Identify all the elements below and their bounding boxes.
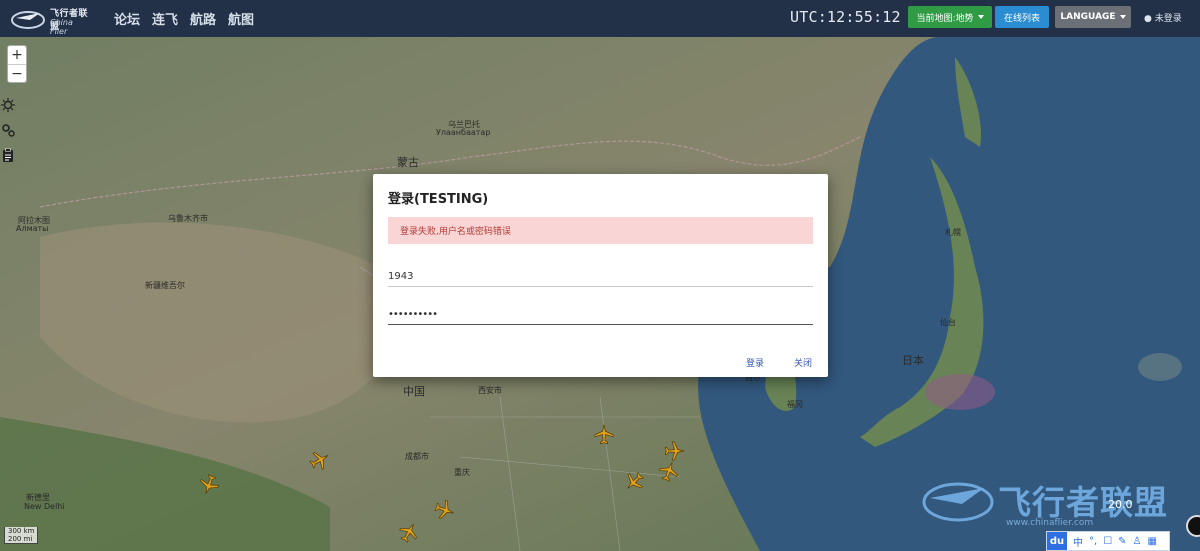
ime-pen-icon[interactable]: ✎ <box>1118 536 1126 547</box>
user-status[interactable]: ● 未登录 <box>1144 11 1182 24</box>
map-label-sendai: 仙台 <box>940 318 956 327</box>
utc-clock: UTC:12:55:12 Z <box>790 8 920 26</box>
online-list-label: 在线列表 <box>1003 13 1040 24</box>
map-label-almaty-cyr: Алматы <box>16 224 49 233</box>
settings-gear-icon[interactable] <box>0 122 16 138</box>
map-label-xinjiang: 新疆维吾尔 <box>145 281 185 290</box>
ime-logo-icon[interactable]: du <box>1047 532 1067 550</box>
caret-down-icon <box>977 15 984 19</box>
nav-connect[interactable]: 连飞 <box>152 9 178 28</box>
username-field[interactable] <box>388 267 813 287</box>
aircraft-icon[interactable] <box>664 440 686 462</box>
language-dropdown[interactable]: LANGUAGE <box>1055 6 1131 28</box>
ime-screen-icon[interactable]: ☐ <box>1103 536 1112 547</box>
aircraft-icon[interactable] <box>309 449 331 471</box>
aircraft-icon[interactable] <box>398 521 420 543</box>
nav-routes[interactable]: 航路 <box>190 9 216 28</box>
map-type-dropdown[interactable]: 当前地图:地势 <box>908 6 992 28</box>
ime-user-icon[interactable]: ♙ <box>1133 536 1142 547</box>
map-label-chongqing: 重庆 <box>454 468 470 477</box>
scale-mi: 200 mi <box>8 535 33 543</box>
map-label-new-delhi-en: New Delhi <box>24 502 65 511</box>
password-field[interactable] <box>388 305 813 325</box>
online-list-button[interactable]: 在线列表 <box>995 6 1049 28</box>
sun-icon[interactable] <box>0 97 16 113</box>
logo-ring-icon <box>11 11 45 29</box>
map-label-fukuoka: 福冈 <box>787 400 803 409</box>
login-button[interactable]: 登录 <box>746 356 764 369</box>
user-icon: ● <box>1144 14 1152 24</box>
map-type-label: 当前地图:地势 <box>916 13 974 24</box>
zoom-in-button[interactable]: + <box>8 46 26 64</box>
caret-down-icon <box>1119 15 1126 19</box>
map-label-urumqi: 乌鲁木齐市 <box>168 214 208 223</box>
logo-en-text: China Flier <box>50 18 73 36</box>
login-modal: 登录(TESTING) 登录失败,用户名或密码错误 登录 关闭 <box>373 174 828 377</box>
map-label-chengdu: 成都市 <box>405 452 429 461</box>
nav-forum[interactable]: 论坛 <box>114 9 140 28</box>
modal-title: 登录(TESTING) <box>388 192 489 207</box>
map-scale: 300 km 200 mi <box>4 527 39 544</box>
map-label-china: 中国 <box>403 385 425 398</box>
watermark-url: www.chinaflier.com <box>1006 518 1094 528</box>
language-label: LANGUAGE <box>1060 12 1116 22</box>
watermark-logo-icon <box>922 482 994 522</box>
aircraft-icon[interactable] <box>198 474 220 496</box>
login-error-alert: 登录失败,用户名或密码错误 <box>388 217 813 244</box>
watermark: 飞行者联盟 www.chinaflier.com <box>918 470 1188 530</box>
aircraft-icon[interactable] <box>623 471 645 493</box>
scale-km: 300 km <box>8 527 35 535</box>
ime-toolbar: du 中 °, ☐ ✎ ♙ ▦ <box>1046 531 1170 551</box>
zoom-out-button[interactable]: − <box>8 64 26 82</box>
side-number: 20.0 <box>1108 498 1133 511</box>
map-label-sapporo: 札幌 <box>945 228 961 237</box>
aircraft-icon[interactable] <box>593 423 615 445</box>
map-label-japan: 日本 <box>902 354 924 367</box>
aircraft-icon[interactable] <box>658 460 680 482</box>
china-flier-logo[interactable]: 飞行者联盟 China Flier <box>10 4 92 36</box>
watermark-text: 飞行者联盟 <box>998 483 1168 522</box>
close-button[interactable]: 关闭 <box>794 356 812 369</box>
nav-charts[interactable]: 航图 <box>228 9 254 28</box>
user-status-label: 未登录 <box>1154 14 1182 24</box>
clipboard-icon[interactable] <box>0 147 16 163</box>
ime-punctuation-icon[interactable]: °, <box>1089 536 1097 547</box>
top-bar: 飞行者联盟 China Flier 论坛 连飞 航路 航图 UTC:12:55:… <box>0 0 1200 37</box>
map-label-xian: 西安市 <box>478 386 502 395</box>
ime-grid-icon[interactable]: ▦ <box>1148 536 1157 547</box>
map-label-mongolia: 蒙古 <box>397 156 419 169</box>
aircraft-icon[interactable] <box>434 499 456 521</box>
main-nav: 论坛 连飞 航路 航图 <box>114 9 254 28</box>
zoom-control: + − <box>7 45 27 83</box>
ime-chinese-toggle[interactable]: 中 <box>1073 534 1083 549</box>
map-label-ulaanbaatar-cyr: Улаанбаатар <box>436 128 491 137</box>
